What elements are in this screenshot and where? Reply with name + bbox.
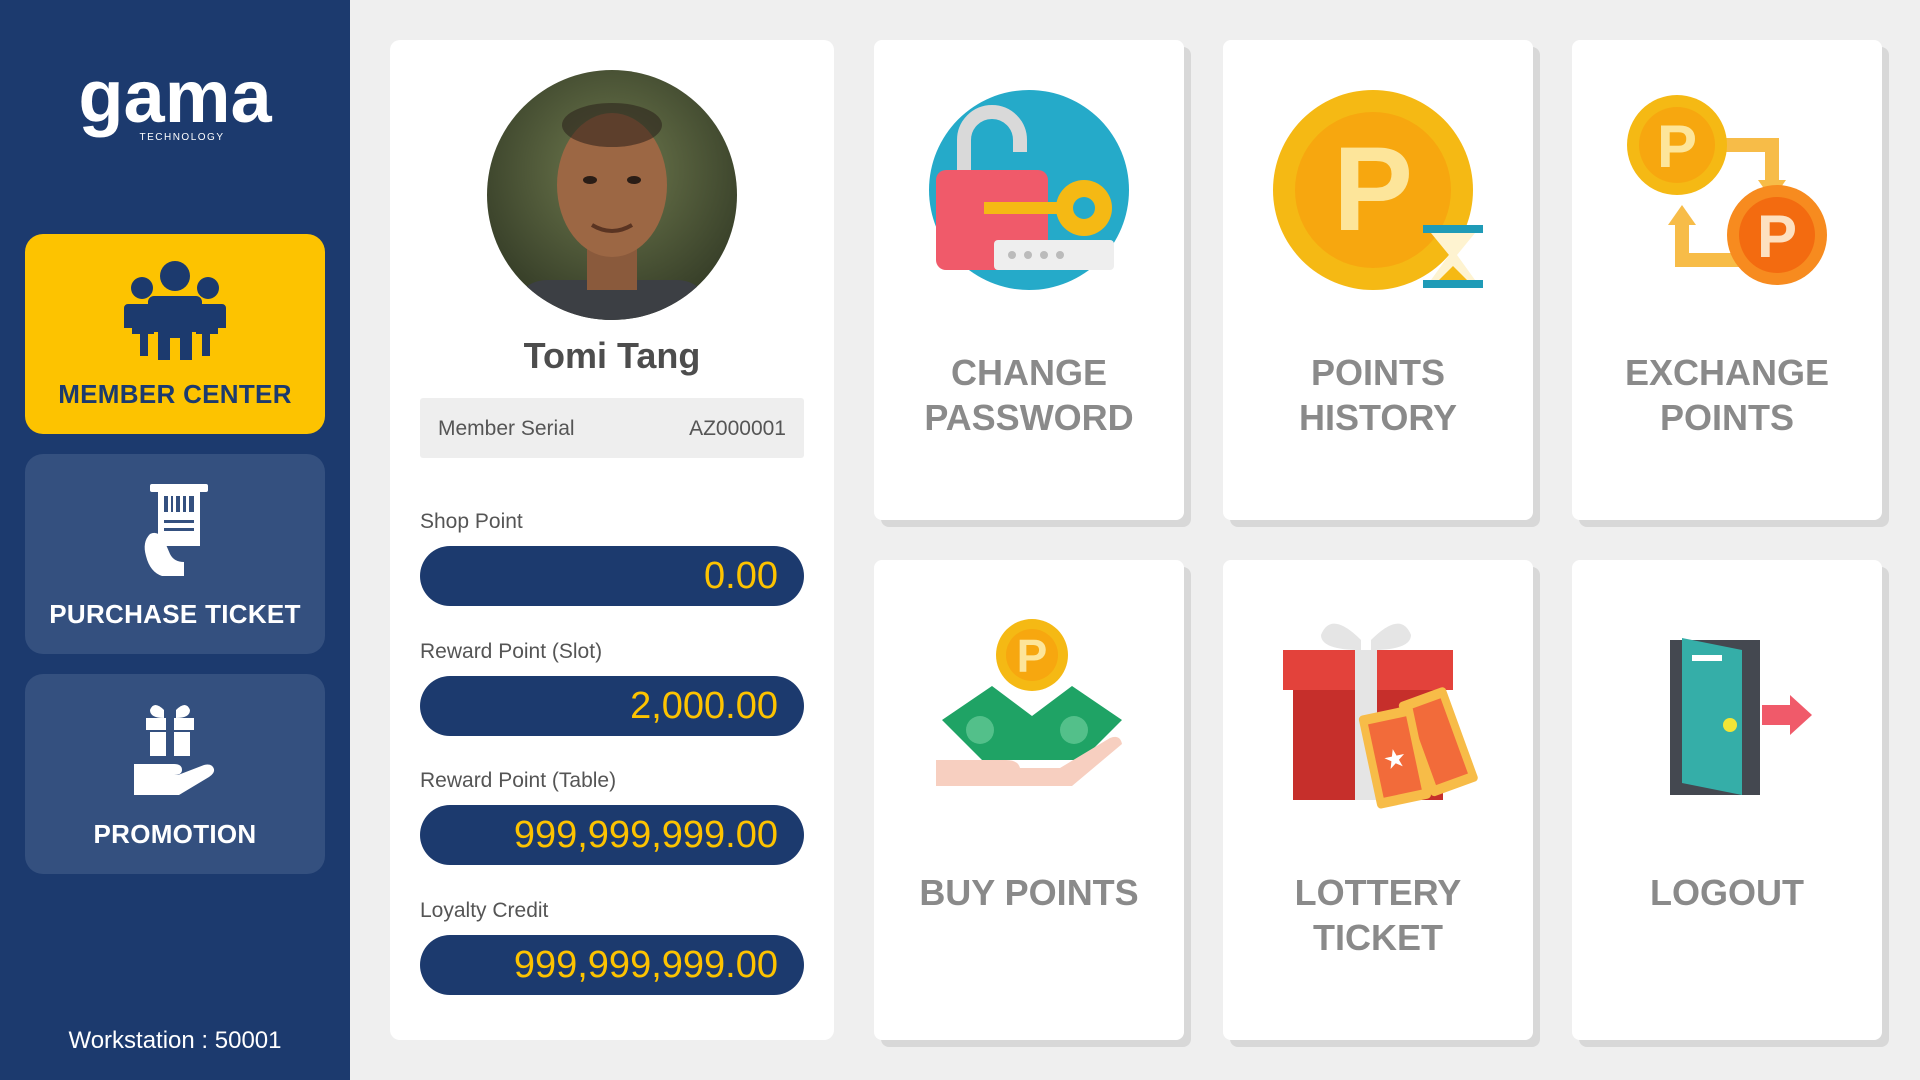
points-history-tile[interactable]: P POINTS HISTORY [1223,40,1533,520]
reward-point-table-value: 999,999,999.00 [420,805,804,865]
workstation-id: Workstation : 50001 [68,1027,282,1054]
logout-label: LOGOUT [1650,872,1804,913]
svg-text:P: P [1757,203,1797,270]
avatar [487,70,737,320]
reward-point-table-label: Reward Point (Table) [420,769,617,792]
people-group-icon [25,254,325,364]
lottery-ticket-label: LOTTERY TICKET [1294,872,1462,958]
exchange-points-label: EXCHANGE POINTS [1624,352,1830,438]
member-serial-label: Member Serial [438,417,575,440]
nav-purchase-ticket[interactable]: PURCHASE TICKET [25,454,325,654]
lottery-ticket-tile[interactable]: ★ LOTTERY TICKET [1223,560,1533,1040]
loyalty-credit-value: 999,999,999.00 [420,935,804,995]
member-serial-box: Member Serial AZ000001 [420,398,804,458]
shop-point-label: Shop Point [420,510,523,533]
nav-promotion[interactable]: PROMOTION [25,674,325,874]
lock-key-icon [924,90,1134,290]
gift-tickets-icon: ★ [1273,610,1483,810]
svg-text:TECHNOLOGY: TECHNOLOGY [139,132,224,143]
svg-text:P: P [1657,113,1697,180]
svg-text:P: P [1017,630,1048,682]
sidebar: gama TECHNOLOGY MEMBER CENTER PURCHASE T… [0,0,350,1080]
door-exit-icon [1622,610,1832,810]
gama-logo: gama TECHNOLOGY [70,60,280,150]
change-password-tile[interactable]: CHANGE PASSWORD [874,40,1184,520]
coin-exchange-icon: P P [1622,90,1832,290]
gift-hand-icon [25,694,325,804]
change-password-label: CHANGE PASSWORD [924,352,1134,438]
coin-hourglass-icon: P [1273,90,1483,290]
buy-points-tile[interactable]: P BUY POINTS [874,560,1184,1040]
reward-point-slot-value: 2,000.00 [420,676,804,736]
svg-text:P: P [1333,122,1413,256]
exchange-points-tile[interactable]: P P EXCHANGE POINTS [1572,40,1882,520]
nav-member-center[interactable]: MEMBER CENTER [25,234,325,434]
logout-tile[interactable]: LOGOUT [1572,560,1882,1040]
nav-purchase-ticket-label: PURCHASE TICKET [49,599,301,629]
member-serial-value: AZ000001 [689,417,786,440]
member-profile-card: Tomi Tang Member Serial AZ000001 Shop Po… [390,40,834,1040]
nav-member-center-label: MEMBER CENTER [58,379,292,409]
shop-point-value: 0.00 [420,546,804,606]
loyalty-credit-label: Loyalty Credit [420,899,549,922]
buy-points-label: BUY POINTS [919,872,1139,913]
money-hand-coin-icon: P [924,610,1134,810]
points-history-label: POINTS HISTORY [1298,352,1458,438]
nav-promotion-label: PROMOTION [93,819,257,849]
ticket-hand-icon [25,474,325,584]
svg-text:gama: gama [78,60,272,138]
member-name: Tomi Tang [523,335,701,376]
reward-point-slot-label: Reward Point (Slot) [420,640,603,663]
